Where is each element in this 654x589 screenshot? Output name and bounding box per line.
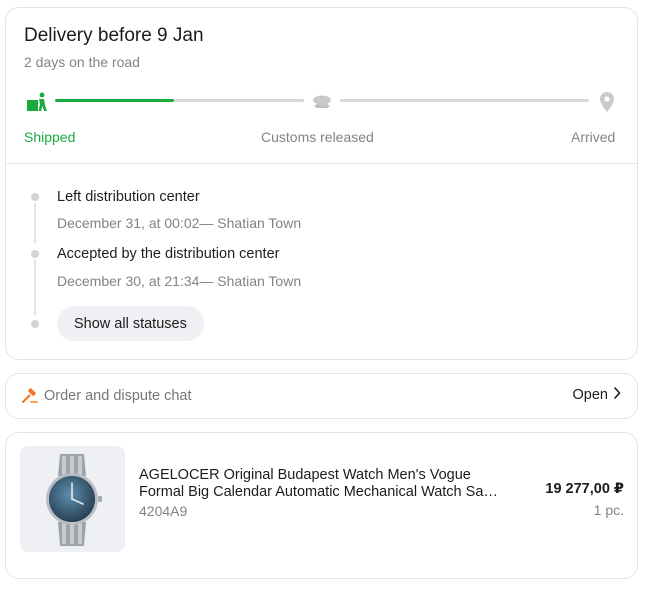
open-chat-label: Open bbox=[572, 387, 608, 403]
product-price: 19 277,00 ₽ bbox=[545, 481, 624, 497]
chevron-right-icon bbox=[613, 387, 621, 403]
gavel-icon bbox=[21, 387, 39, 405]
delivery-status-card: Delivery before 9 Jan 2 days on the road… bbox=[5, 7, 638, 360]
timeline-event-title: Accepted by the distribution center bbox=[57, 246, 280, 262]
product-image[interactable] bbox=[20, 446, 125, 552]
delivery-title: Delivery before 9 Jan bbox=[24, 25, 204, 46]
product-name[interactable]: AGELOCER Original Budapest Watch Men's V… bbox=[139, 467, 499, 501]
product-card[interactable]: AGELOCER Original Budapest Watch Men's V… bbox=[5, 432, 638, 579]
order-dispute-chat-row[interactable]: Order and dispute chat Open bbox=[5, 373, 638, 419]
product-name-line1: AGELOCER Original Budapest Watch Men's V… bbox=[139, 467, 471, 483]
progress-track-remaining-2 bbox=[340, 99, 589, 102]
show-all-statuses-button[interactable]: Show all statuses bbox=[57, 306, 204, 341]
customs-cap-icon bbox=[311, 91, 333, 113]
progress-track-remaining-1 bbox=[174, 99, 304, 102]
section-divider bbox=[6, 163, 637, 164]
open-chat-link[interactable]: Open bbox=[573, 387, 621, 403]
timeline-connector bbox=[34, 260, 36, 315]
timeline-event-detail: December 30, at 21:34— Shatian Town bbox=[57, 273, 302, 289]
product-sku: 4204A9 bbox=[139, 503, 188, 519]
stage-label-arrived: Arrived bbox=[571, 129, 616, 145]
timeline-dot bbox=[31, 193, 39, 201]
timeline-event-title: Left distribution center bbox=[57, 189, 200, 205]
progress-track-filled bbox=[55, 99, 174, 102]
product-quantity: 1 pc. bbox=[593, 502, 624, 518]
stage-label-shipped: Shipped bbox=[24, 129, 76, 145]
chat-label: Order and dispute chat bbox=[44, 388, 192, 404]
timeline-event-detail: December 31, at 00:02— Shatian Town bbox=[57, 215, 302, 231]
shipped-box-icon bbox=[26, 91, 48, 113]
timeline-connector bbox=[34, 203, 36, 243]
location-pin-icon bbox=[596, 91, 618, 113]
delivery-subtitle: 2 days on the road bbox=[24, 54, 140, 70]
timeline-dot bbox=[31, 250, 39, 258]
product-name-line2: Formal Big Calendar Automatic Mechanical… bbox=[139, 484, 499, 500]
stage-label-customs: Customs released bbox=[261, 129, 374, 145]
timeline-dot bbox=[31, 320, 39, 328]
